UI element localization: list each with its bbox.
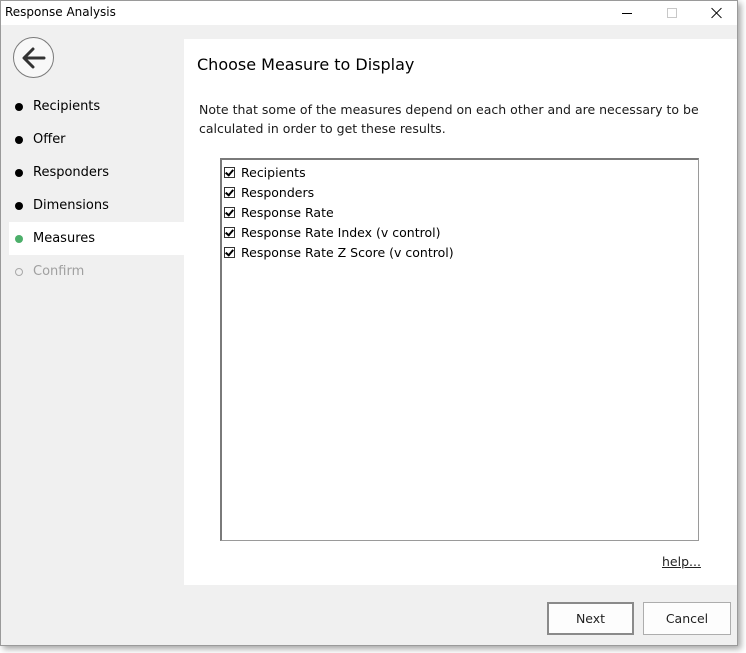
content-panel: Choose Measure to Display Note that some…	[184, 39, 737, 585]
title-bar: Response Analysis	[1, 1, 737, 25]
checkbox-checked-icon[interactable]	[224, 246, 235, 258]
note-line: calculated in order to get these results…	[199, 121, 446, 136]
close-icon	[711, 7, 723, 19]
step-done-dot-icon	[15, 169, 23, 177]
response-analysis-window: Response Analysis Recipients Offer Respo…	[0, 0, 738, 646]
step-responders[interactable]: Responders	[9, 156, 184, 189]
page-title: Choose Measure to Display	[197, 55, 415, 74]
step-recipients[interactable]: Recipients	[9, 90, 184, 123]
step-label: Responders	[33, 165, 110, 180]
step-done-dot-icon	[15, 202, 23, 210]
measure-label: Response Rate Z Score (v control)	[241, 244, 454, 260]
measure-label: Response Rate Index (v control)	[241, 224, 441, 240]
step-label: Dimensions	[33, 198, 109, 213]
measure-item-recipients[interactable]: Recipients	[222, 162, 698, 182]
measure-item-response-rate-z-score[interactable]: Response Rate Z Score (v control)	[222, 242, 698, 262]
measure-label: Recipients	[241, 164, 306, 180]
step-measures[interactable]: Measures	[9, 222, 184, 255]
measure-label: Response Rate	[241, 204, 334, 220]
step-label: Recipients	[33, 99, 101, 114]
measure-item-response-rate-index[interactable]: Response Rate Index (v control)	[222, 222, 698, 242]
minimize-button[interactable]	[604, 1, 650, 25]
measure-item-responders[interactable]: Responders	[222, 182, 698, 202]
close-button[interactable]	[694, 1, 740, 25]
step-offer[interactable]: Offer	[9, 123, 184, 156]
checkbox-checked-icon[interactable]	[224, 206, 235, 218]
cancel-button[interactable]: Cancel	[643, 602, 731, 635]
step-label: Confirm	[33, 264, 85, 279]
checkbox-checked-icon[interactable]	[224, 226, 235, 238]
arrow-left-icon	[22, 47, 45, 68]
step-pending-dot-icon	[15, 268, 23, 276]
measure-checklist[interactable]: Recipients Responders Response Rate Resp…	[220, 158, 699, 541]
checkbox-checked-icon[interactable]	[224, 186, 235, 198]
measure-label: Responders	[241, 184, 315, 200]
checkbox-checked-icon[interactable]	[224, 166, 235, 178]
step-confirm: Confirm	[9, 255, 184, 288]
note-text: Note that some of the measures depend on…	[199, 100, 719, 138]
minimize-icon	[622, 12, 632, 14]
back-button[interactable]	[13, 37, 54, 78]
next-button[interactable]: Next	[547, 602, 634, 635]
step-dimensions[interactable]: Dimensions	[9, 189, 184, 222]
step-active-dot-icon	[15, 235, 23, 243]
note-line: Note that some of the measures depend on…	[199, 102, 699, 117]
window-title: Response Analysis	[5, 5, 116, 19]
maximize-icon	[667, 8, 677, 18]
maximize-button[interactable]	[649, 1, 695, 25]
wizard-steps: Recipients Offer Responders Dimensions M…	[9, 90, 184, 288]
measure-item-response-rate[interactable]: Response Rate	[222, 202, 698, 222]
step-label: Measures	[33, 231, 96, 246]
help-link[interactable]: help...	[662, 554, 701, 569]
step-label: Offer	[33, 132, 66, 147]
step-done-dot-icon	[15, 136, 23, 144]
step-done-dot-icon	[15, 103, 23, 111]
